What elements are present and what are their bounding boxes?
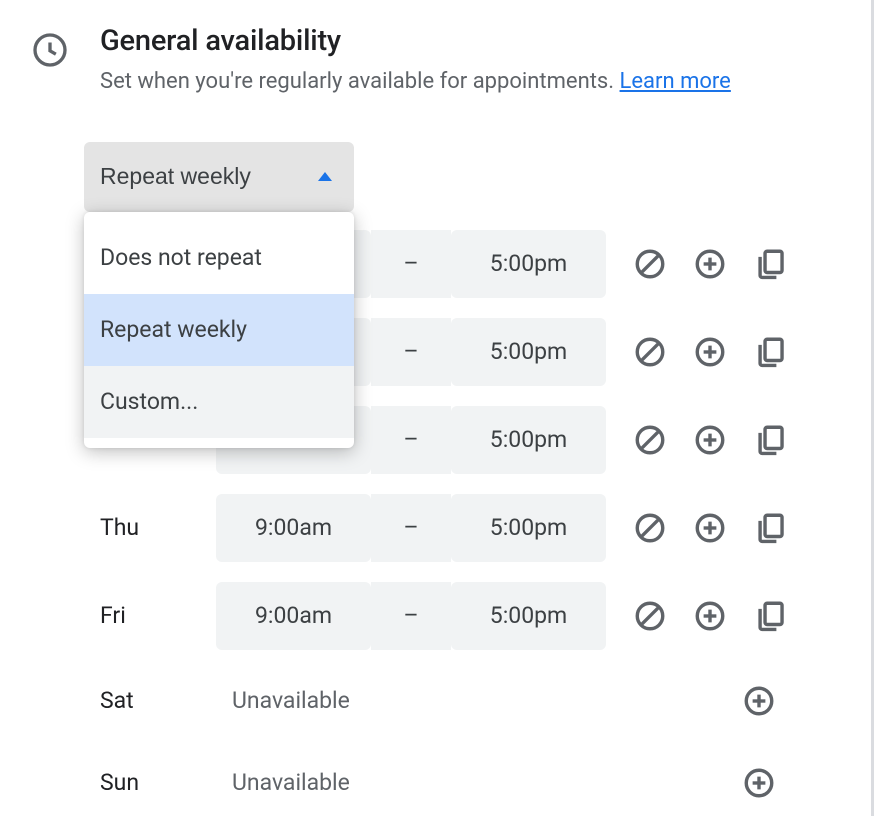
time-range-dash: – [371,582,451,650]
time-range-dash: – [371,406,451,474]
section-subtitle: Set when you're regularly available for … [100,66,851,98]
unavailable-button[interactable] [630,420,670,460]
learn-more-link[interactable]: Learn more [620,69,731,94]
end-time-input[interactable]: 5:00pm [451,318,606,386]
repeat-dropdown-menu: Does not repeat Repeat weekly Custom... [84,212,354,448]
copy-icon [753,511,787,545]
day-label: Fri [100,602,216,629]
add-slot-button[interactable] [690,596,730,636]
add-slot-button[interactable] [690,508,730,548]
copy-to-all-button[interactable] [750,332,790,372]
end-time-input[interactable]: 5:00pm [451,406,606,474]
day-row-sun: Sun Unavailable [100,742,851,824]
unavailable-button[interactable] [630,508,670,548]
repeat-option-does-not-repeat[interactable]: Does not repeat [84,222,354,294]
day-row-sat: Sat Unavailable [100,660,851,742]
unavailable-label: Unavailable [216,687,350,714]
add-slot-button[interactable] [690,420,730,460]
time-range-dash: – [371,318,451,386]
unavailable-icon [633,335,667,369]
repeat-dropdown[interactable]: Repeat weekly [84,142,354,212]
day-row-thu: Thu 9:00am – 5:00pm [100,484,851,572]
repeat-option-repeat-weekly[interactable]: Repeat weekly [84,294,354,366]
end-time-input[interactable]: 5:00pm [451,494,606,562]
copy-icon [753,599,787,633]
day-label: Thu [100,514,216,541]
clock-icon [30,55,70,74]
plus-circle-icon [693,511,727,545]
add-slot-button[interactable] [739,681,779,721]
start-time-input[interactable]: 9:00am [216,494,371,562]
day-row-fri: Fri 9:00am – 5:00pm [100,572,851,660]
copy-icon [753,423,787,457]
unavailable-icon [633,423,667,457]
unavailable-icon [633,511,667,545]
chevron-up-icon [318,172,332,181]
time-range-dash: – [371,494,451,562]
plus-circle-icon [693,247,727,281]
unavailable-button[interactable] [630,244,670,284]
plus-circle-icon [742,766,776,800]
copy-icon [753,247,787,281]
section-title: General availability [100,24,851,58]
start-time-input[interactable]: 9:00am [216,582,371,650]
end-time-input[interactable]: 5:00pm [451,230,606,298]
plus-circle-icon [693,423,727,457]
plus-circle-icon [742,684,776,718]
copy-to-all-button[interactable] [750,596,790,636]
day-label: Sat [100,687,216,714]
add-slot-button[interactable] [739,763,779,803]
copy-icon [753,335,787,369]
add-slot-button[interactable] [690,332,730,372]
repeat-dropdown-label: Repeat weekly [100,163,251,190]
plus-circle-icon [693,599,727,633]
plus-circle-icon [693,335,727,369]
add-slot-button[interactable] [690,244,730,284]
unavailable-button[interactable] [630,596,670,636]
day-label: Sun [100,769,216,796]
copy-to-all-button[interactable] [750,244,790,284]
unavailable-button[interactable] [630,332,670,372]
copy-to-all-button[interactable] [750,420,790,460]
unavailable-label: Unavailable [216,769,350,796]
copy-to-all-button[interactable] [750,508,790,548]
repeat-option-custom[interactable]: Custom... [84,366,354,438]
end-time-input[interactable]: 5:00pm [451,582,606,650]
unavailable-icon [633,247,667,281]
subtitle-text: Set when you're regularly available for … [100,69,620,94]
unavailable-icon [633,599,667,633]
time-range-dash: – [371,230,451,298]
